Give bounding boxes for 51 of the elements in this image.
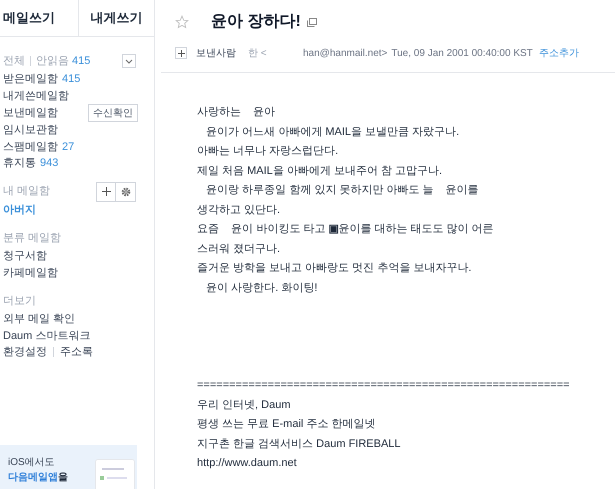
folder-link[interactable]: 받은메일함 xyxy=(3,71,58,88)
folder-link[interactable]: 보낸메일함 xyxy=(3,104,58,122)
body-text: 생각하고 있단다. xyxy=(197,202,282,218)
sender-name: 한 < xyxy=(248,46,268,60)
compose-button[interactable]: 내게쓰기 xyxy=(79,0,154,36)
folder-link[interactable]: 청구서함 xyxy=(3,248,47,264)
mail-subject: 윤아 장하다! xyxy=(211,12,301,32)
menu-link[interactable]: 주소록 xyxy=(60,344,93,360)
signature-text: 평생 쓰는 무료 E-mail 주소 한메일넷 xyxy=(197,417,376,432)
folder-link[interactable]: 임시보관함 xyxy=(3,122,58,138)
unread-count: 415 xyxy=(72,54,90,69)
folder-link[interactable]: 카페메일함 xyxy=(3,264,58,281)
body-text: 윤이랑 하루종일 함께 있지 못하지만 아빠도 늘 윤이를 xyxy=(205,183,480,198)
folder-link[interactable]: 스팸메일함 xyxy=(3,138,58,155)
banner-text: 다음메일앱을 xyxy=(8,471,69,485)
popup-icon[interactable] xyxy=(306,18,317,26)
chevron-down-icon xyxy=(125,58,133,64)
mail-count: 27 xyxy=(62,140,74,154)
phone-screenshot-drawing xyxy=(95,459,135,489)
folder-link[interactable]: 휴지통 xyxy=(3,155,36,172)
body-text: 윤이 사랑한다. 화이팅! xyxy=(205,280,318,296)
sender-email: han@hanmail.net> xyxy=(303,46,388,60)
sender-label: 보낸사람 xyxy=(196,46,237,60)
receipt-check-button[interactable]: 수신확인 xyxy=(88,104,138,122)
menu-link[interactable]: 외부 메일 확인 xyxy=(3,311,76,328)
menu-link[interactable]: 환경설정 xyxy=(3,344,47,360)
menu-link[interactable]: Daum 스마트워크 xyxy=(3,328,90,344)
dropdown-button[interactable] xyxy=(122,54,136,68)
star-icon[interactable] xyxy=(175,15,189,29)
mail-count: 415 xyxy=(62,72,80,87)
body-text: 아빠는 너무나 자랑스럽단다. xyxy=(197,144,340,159)
signature-text: http://www.daum.net xyxy=(197,456,298,471)
body-text: 사랑하는 윤아 xyxy=(197,105,276,120)
section-title: 분류 메일함 xyxy=(3,230,62,246)
mail-date: Tue, 09 Jan 2001 00:40:00 KST xyxy=(391,46,533,60)
mail-count: 943 xyxy=(40,156,58,171)
body-text: 스러워 졌더구나. xyxy=(197,242,282,256)
body-text: 제일 처음 MAIL을 아빠에게 보내주어 참 고맙구나. xyxy=(197,164,444,178)
section-title: 내 메일함 xyxy=(3,184,50,200)
signature-text: 우리 인터넷, Daum xyxy=(197,398,292,412)
expand-button[interactable] xyxy=(175,47,187,59)
compose-button[interactable]: 메일쓰기 xyxy=(0,0,79,36)
section-title: 더보기 xyxy=(3,294,36,309)
body-text: 윤이가 어느새 아빠에게 MAIL을 보낼만큼 자랐구나. xyxy=(205,124,460,140)
signature-text: ========================================================== xyxy=(197,378,571,393)
signature-text: 지구촌 한글 검색서비스 Daum FIREBALL xyxy=(197,436,402,452)
body-text: 요즘 윤이 바이킹도 타고 ▣윤이를 대하는 태도도 많이 어른 xyxy=(197,222,495,237)
folder-link[interactable]: 내게쓴메일함 xyxy=(3,88,69,104)
banner-text: iOS에서도 xyxy=(8,456,56,470)
body-text: 즐거운 방학을 보내고 아빠랑도 멋진 추억을 보내자꾸나. xyxy=(197,261,472,276)
app-banner[interactable]: iOS에서도 다음메일앱을 xyxy=(0,445,137,489)
